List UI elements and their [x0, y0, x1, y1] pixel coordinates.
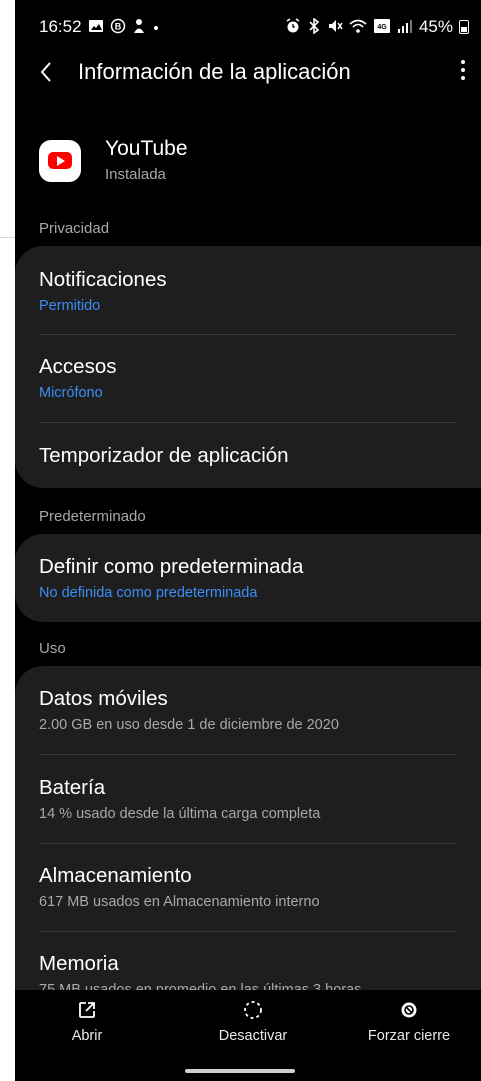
row-permissions[interactable]: Accesos Micrófono: [39, 355, 457, 401]
youtube-logo-icon: [39, 140, 81, 182]
divider: [39, 422, 457, 423]
open-button[interactable]: Abrir: [27, 1000, 147, 1044]
dot-icon: [152, 19, 160, 35]
row-title: Memoria: [39, 952, 119, 975]
app-name: YouTube: [105, 137, 188, 160]
lte-icon: 4G: [373, 18, 391, 37]
back-arrow-icon[interactable]: [35, 58, 59, 86]
force-stop-label: Forzar cierre: [367, 1028, 451, 1044]
row-storage[interactable]: Almacenamiento 617 MB usados en Almacena…: [39, 864, 457, 910]
disable-button[interactable]: Desactivar: [193, 1000, 313, 1044]
svg-text:4G: 4G: [377, 24, 387, 31]
force-stop-icon: [399, 1000, 419, 1020]
row-battery[interactable]: Batería 14 % usado desde la última carga…: [39, 776, 457, 822]
row-title: Batería: [39, 776, 106, 799]
phone-screen: 16:52 B 4G 45% Información de la aplicac…: [15, 0, 481, 1081]
app-header: YouTube Instalada: [39, 137, 459, 190]
divider: [39, 334, 457, 335]
row-subtitle: 2.00 GB en uso desde 1 de diciembre de 2…: [39, 717, 339, 733]
row-mobile-data[interactable]: Datos móviles 2.00 GB en uso desde 1 de …: [39, 687, 457, 733]
battery-icon: [459, 20, 469, 34]
signal-icon: [397, 18, 413, 37]
app-bar: Información de la aplicación: [15, 48, 481, 98]
stray-divider-line: [0, 237, 15, 238]
section-label-defaults: Predeterminado: [39, 508, 146, 525]
row-title: Accesos: [39, 355, 117, 378]
row-subtitle: 14 % usado desde la última carga complet…: [39, 806, 321, 822]
divider: [39, 754, 457, 755]
open-label: Abrir: [71, 1028, 103, 1044]
gallery-icon: [88, 19, 104, 36]
usage-card: Datos móviles 2.00 GB en uso desde 1 de …: [15, 666, 481, 1026]
row-notifications[interactable]: Notificaciones Permitido: [39, 268, 457, 314]
row-title: Datos móviles: [39, 687, 168, 710]
section-label-usage: Uso: [39, 640, 66, 657]
row-subtitle: Permitido: [39, 298, 101, 314]
divider: [39, 843, 457, 844]
row-subtitle: 617 MB usados en Almacenamiento interno: [39, 894, 320, 910]
battery-percent: 45%: [418, 17, 453, 36]
b-circle-icon: B: [110, 18, 126, 37]
defaults-card: Definir como predeterminada No definida …: [15, 534, 481, 622]
disable-icon: [243, 1000, 263, 1020]
row-subtitle: Micrófono: [39, 385, 103, 401]
notification-icon: [132, 18, 146, 37]
mute-icon: [327, 18, 343, 37]
row-subtitle: No definida como predeterminada: [39, 585, 258, 601]
force-stop-button[interactable]: Forzar cierre: [349, 1000, 469, 1044]
status-bar: 16:52 B 4G 45%: [15, 0, 481, 50]
app-install-status: Instalada: [105, 166, 166, 183]
privacy-card: Notificaciones Permitido Accesos Micrófo…: [15, 246, 481, 488]
row-title: Almacenamiento: [39, 864, 192, 887]
row-title: Definir como predeterminada: [39, 555, 304, 578]
alarm-icon: [285, 17, 301, 37]
bottom-action-bar: Abrir Desactivar Forzar cierre: [15, 990, 481, 1081]
svg-text:B: B: [114, 21, 121, 31]
more-options-icon[interactable]: [459, 60, 467, 86]
home-indicator[interactable]: [185, 1069, 295, 1073]
row-title: Temporizador de aplicación: [39, 444, 289, 467]
row-set-default[interactable]: Definir como predeterminada No definida …: [39, 555, 457, 601]
bluetooth-icon: [307, 16, 321, 37]
open-external-icon: [77, 1000, 97, 1020]
disable-label: Desactivar: [218, 1028, 288, 1044]
status-time: 16:52: [39, 17, 82, 36]
section-label-privacy: Privacidad: [39, 220, 110, 237]
page-title: Información de la aplicación: [78, 59, 351, 84]
row-app-timer[interactable]: Temporizador de aplicación: [39, 444, 457, 468]
wifi-icon: [349, 18, 367, 37]
divider: [39, 931, 457, 932]
row-title: Notificaciones: [39, 268, 167, 291]
